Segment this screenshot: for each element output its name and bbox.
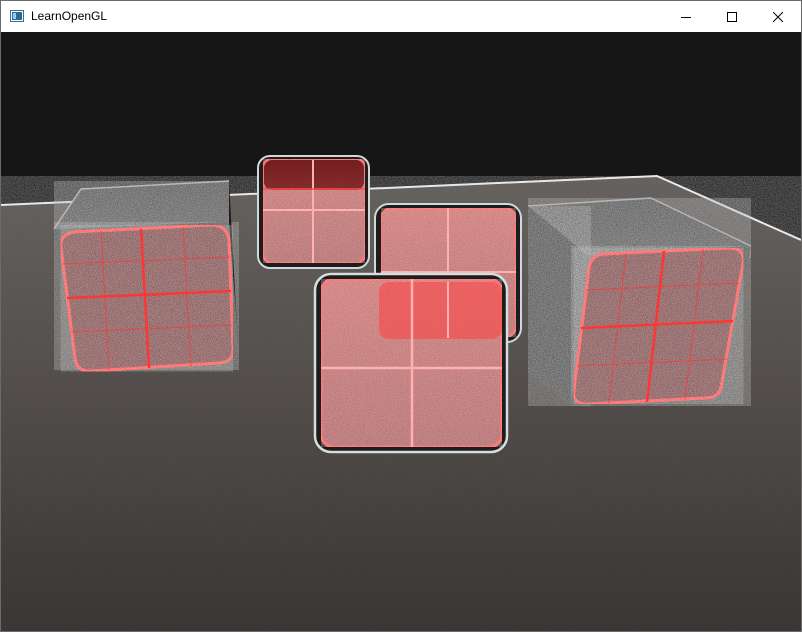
- scene-render: [1, 32, 801, 631]
- close-icon: [773, 11, 783, 22]
- right-cube: [527, 197, 752, 406]
- window-title: LearnOpenGL: [31, 9, 108, 23]
- app-window: LearnOpenGL: [0, 0, 802, 632]
- title-bar[interactable]: LearnOpenGL: [1, 1, 801, 32]
- glass-window-far: [257, 155, 370, 269]
- right-cube-crate-face: [572, 246, 745, 406]
- minimize-icon: [681, 16, 691, 18]
- close-button[interactable]: [755, 1, 801, 32]
- glass-window-near: [313, 272, 509, 454]
- maximize-icon: [727, 11, 737, 22]
- left-cube: [53, 180, 239, 373]
- maximize-button[interactable]: [709, 1, 755, 32]
- left-cube-crate-face: [59, 223, 235, 373]
- minimize-button[interactable]: [663, 1, 709, 32]
- opengl-viewport[interactable]: [1, 32, 801, 631]
- app-icon: [10, 9, 24, 22]
